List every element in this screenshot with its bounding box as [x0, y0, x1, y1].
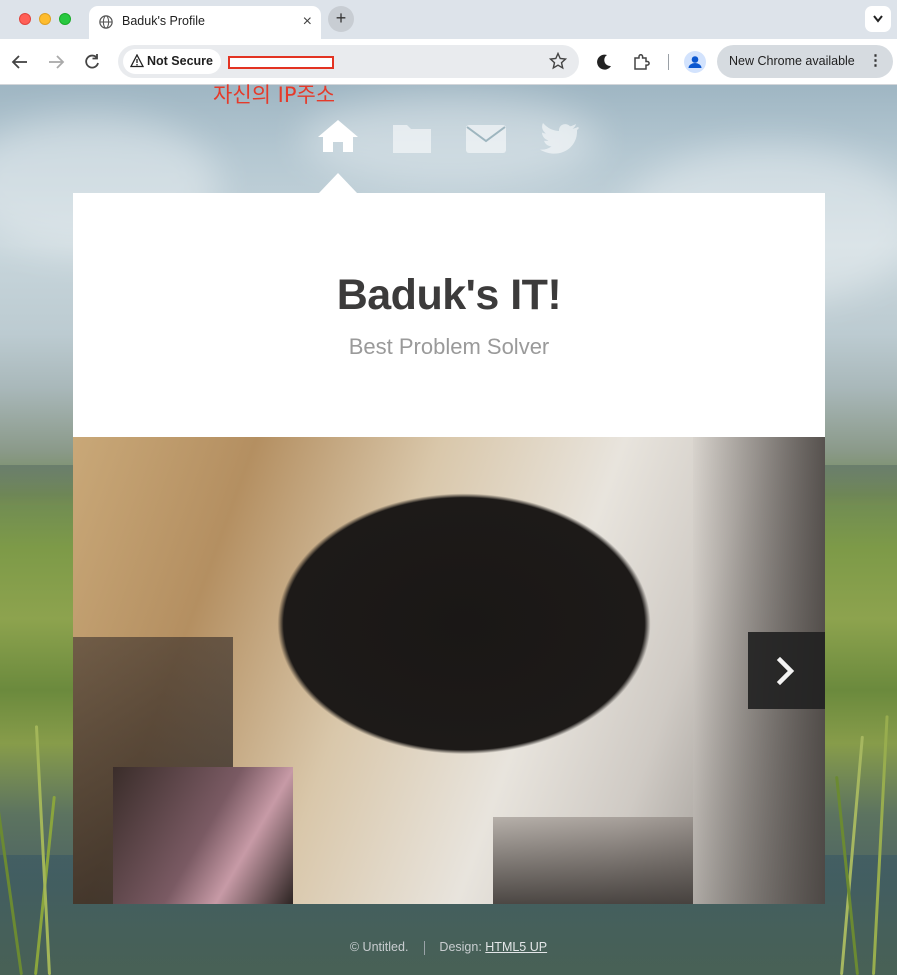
footer-design-label: Design: [439, 940, 486, 954]
update-label: New Chrome available [729, 54, 855, 68]
new-chrome-available-button[interactable]: New Chrome available ⋮ [717, 45, 893, 78]
close-window-button[interactable] [19, 13, 31, 25]
close-tab-button[interactable]: × [303, 13, 312, 31]
globe-icon [99, 15, 113, 29]
security-chip-label: Not Secure [147, 54, 213, 68]
toolbar-divider [668, 54, 669, 70]
forward-arrow-icon[interactable] [45, 51, 67, 73]
active-tab[interactable]: Baduk's Profile × [89, 6, 321, 39]
intro-panel: Baduk's IT! Best Problem Solver [73, 193, 825, 437]
ip-address-annotation: 자신의 IP주소 [213, 83, 336, 107]
footer-design-link[interactable]: HTML5 UP [485, 940, 547, 954]
reload-icon[interactable] [81, 51, 103, 73]
home-icon[interactable] [316, 118, 360, 154]
maximize-window-button[interactable] [59, 13, 71, 25]
active-nav-pointer [319, 173, 357, 193]
more-menu-icon[interactable]: ⋮ [868, 53, 883, 69]
person-icon [688, 56, 702, 68]
browser-toolbar: Not Secure New Chrome available ⋮ [0, 39, 897, 85]
address-bar[interactable]: Not Secure [118, 45, 579, 78]
tab-search-button[interactable] [865, 6, 891, 32]
site-subtitle: Best Problem Solver [348, 334, 550, 359]
extensions-icon[interactable] [631, 52, 651, 72]
bookmark-star-icon[interactable] [549, 52, 567, 70]
redacted-url[interactable] [228, 56, 334, 69]
new-tab-button[interactable]: + [328, 6, 354, 32]
back-arrow-icon[interactable] [9, 51, 31, 73]
chevron-down-icon [873, 15, 883, 23]
site-title: Baduk's IT! [336, 271, 562, 319]
warning-triangle-icon [130, 54, 144, 68]
tab-title: Baduk's Profile [122, 14, 205, 28]
site-footer: © Untitled. Design: HTML5 UP [0, 940, 897, 955]
profile-avatar[interactable] [684, 51, 706, 73]
twitter-icon[interactable] [538, 120, 582, 156]
footer-copyright: © Untitled. [349, 940, 409, 954]
minimize-window-button[interactable] [39, 13, 51, 25]
slider-next-button[interactable] [748, 632, 825, 709]
envelope-icon[interactable] [464, 120, 508, 156]
security-chip[interactable]: Not Secure [123, 49, 221, 74]
dog-closeup-photo [73, 437, 825, 904]
footer-divider [424, 940, 426, 955]
dark-mode-icon[interactable] [594, 52, 614, 72]
chevron-right-icon [776, 656, 795, 686]
tab-strip: Baduk's Profile × + [0, 0, 897, 39]
folder-icon[interactable] [390, 120, 434, 156]
